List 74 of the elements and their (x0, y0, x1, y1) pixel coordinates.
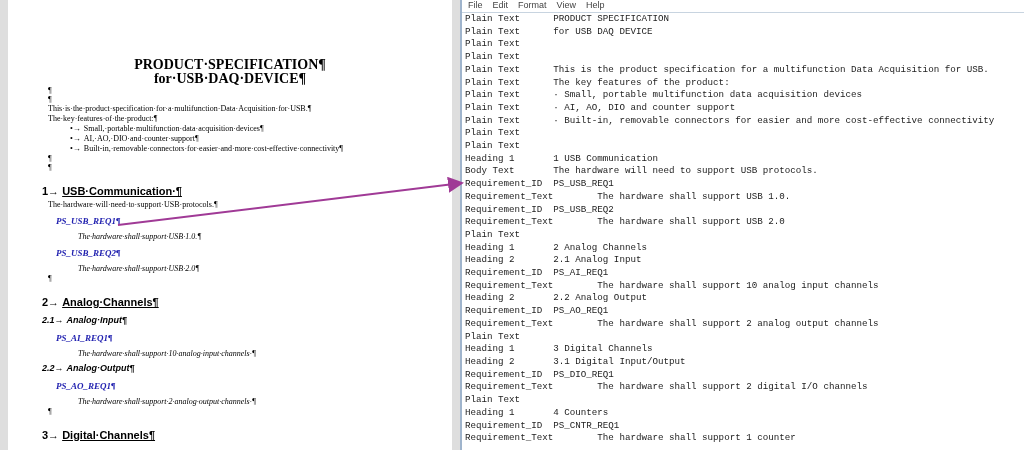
text-line: Plain Text The key features of the product: (465, 76, 730, 90)
text-line: Requirement_ID PS_AI_REQ1 (465, 267, 609, 280)
text-line: Plain Text (465, 330, 521, 344)
paragraph-mark: ¶ (47, 154, 52, 163)
text-line: Plain Text (465, 394, 521, 407)
text-line: Heading 1 1 USB Communication (465, 152, 658, 166)
text-line: Plain Text PRODUCT SPECIFICATION (465, 13, 669, 26)
body-text: This·is·the·product·specification·for·a·multifunction·Data·Acquisition·for·USB.¶ (48, 104, 312, 114)
bullet-marker: •→ (70, 134, 81, 144)
heading-number: 3→ (42, 428, 60, 442)
heading-number: 2.1→ (42, 314, 64, 327)
text-line: Requirement_ID PS_CNTR_REQ1 (465, 419, 620, 433)
document-title: for·USB·DAQ·DEVICE¶ (152, 72, 308, 86)
text-line: Requirement_ID PS_USB_REQ1 (465, 178, 614, 191)
text-line: Requirement_Text The hardware shall support 2 digital I/O channels (465, 381, 868, 395)
requirement-text: The·hardware·shall·support·USB·2.0¶ (78, 263, 200, 274)
paragraph-mark: ¶ (47, 95, 52, 104)
requirement-id: PS_USB_REQ2¶ (56, 247, 121, 259)
paragraph-mark: ¶ (47, 163, 52, 172)
menu-item[interactable]: Help (585, 0, 605, 12)
text-line: Plain Text · AI, AO, DIO and counter support (465, 101, 736, 115)
heading-text: Analog·Input¶ (66, 314, 127, 327)
menu-item[interactable]: Format (518, 0, 547, 12)
text-line: Heading 1 2 Analog Channels (465, 241, 647, 255)
text-line: Plain Text (465, 38, 521, 52)
requirement-text: The·hardware·shall·support·2·analog·output·channels·¶ (78, 396, 256, 407)
text-line: Requirement_Text The hardware shall support 10 analog input channels (465, 279, 879, 293)
requirement-id: PS_USB_REQ1¶ (56, 215, 121, 227)
heading-text: Analog·Output¶ (66, 362, 135, 375)
heading-text: Digital·Channels¶ (62, 428, 156, 442)
text-line: Plain Text for USB DAQ DEVICE (465, 25, 653, 39)
text-line: Body Text The hardware will need to support USB protocols. (465, 165, 818, 179)
paragraph-mark: ¶ (47, 86, 52, 95)
menu-item[interactable]: File (468, 0, 483, 12)
text-line: Plain Text · Small, portable multifunction data acquisition devices (465, 89, 862, 102)
text-line: Requirement_ID PS_USB_REQ2 (465, 203, 614, 217)
text-line: Heading 2 2.2 Analog Output (465, 292, 647, 306)
text-line: Plain Text · Built-in, removable connectors for easier and more cost-effective connectivity (465, 114, 995, 128)
text-line: Heading 1 4 Counters (465, 406, 609, 420)
requirement-text: The·hardware·shall·support·USB·1.0.¶ (78, 231, 202, 242)
menu-item[interactable]: View (556, 0, 576, 12)
bullet-marker: •→ (70, 144, 81, 154)
body-text: The·key·features·of·the·product:¶ (48, 114, 158, 124)
bullet-text: AI,·AO,·DIO·and·counter·support¶ (83, 134, 199, 144)
text-line: Plain Text (465, 140, 521, 153)
paragraph-mark: ¶ (47, 407, 52, 416)
text-line: Plain Text (465, 51, 521, 64)
paragraph-mark: ¶ (47, 274, 52, 283)
text-line: Plain Text (465, 228, 521, 242)
text-line: Heading 2 3.1 Digital Input/Output (465, 356, 686, 369)
text-line: Requirement_Text The hardware shall support USB 1.0. (465, 190, 791, 204)
requirement-id: PS_AI_REQ1¶ (56, 332, 113, 344)
menu-item[interactable]: Edit (492, 0, 509, 12)
text-line: Requirement_Text The hardware shall support 1 counter (465, 432, 796, 445)
text-line: Heading 2 2.1 Analog Input (465, 254, 642, 268)
document-title: PRODUCT·SPECIFICATION¶ (133, 58, 327, 72)
body-text: The·hardware·will·need·to·support·USB·protocols.¶ (48, 200, 218, 210)
heading-text: USB·Communication·¶ (62, 184, 182, 198)
heading-number: 2.2→ (42, 362, 64, 375)
text-line: Heading 1 3 Digital Channels (465, 343, 653, 356)
text-line: Requirement_ID PS_DIO_REQ1 (465, 368, 614, 382)
text-line: Requirement_Text The hardware shall support USB 2.0 (465, 216, 785, 229)
text-line: Plain Text This is the product specification for a multifunction Data Acquisition for USB. (465, 63, 989, 77)
text-line: Plain Text (465, 127, 521, 141)
bullet-marker: •→ (70, 124, 81, 134)
text-line: Requirement_Text The hardware shall support 2 analog output channels (465, 317, 879, 331)
requirement-text: The·hardware·shall·support·10·analog·input·channels·¶ (78, 348, 256, 359)
text-line: Requirement_ID PS_AO_REQ1 (465, 305, 609, 318)
heading-number: 2→ (42, 295, 60, 309)
requirement-id: PS_AO_REQ1¶ (56, 380, 116, 392)
bullet-text: Small,·portable·multifunction·data·acquisition·devices¶ (83, 124, 264, 134)
heading-number: 1→ (42, 184, 60, 198)
bullet-text: Built-in,·removable·connectors·for·easier·and·more·cost-effective·connectivity¶ (83, 144, 343, 154)
heading-text: Analog·Channels¶ (62, 295, 159, 309)
